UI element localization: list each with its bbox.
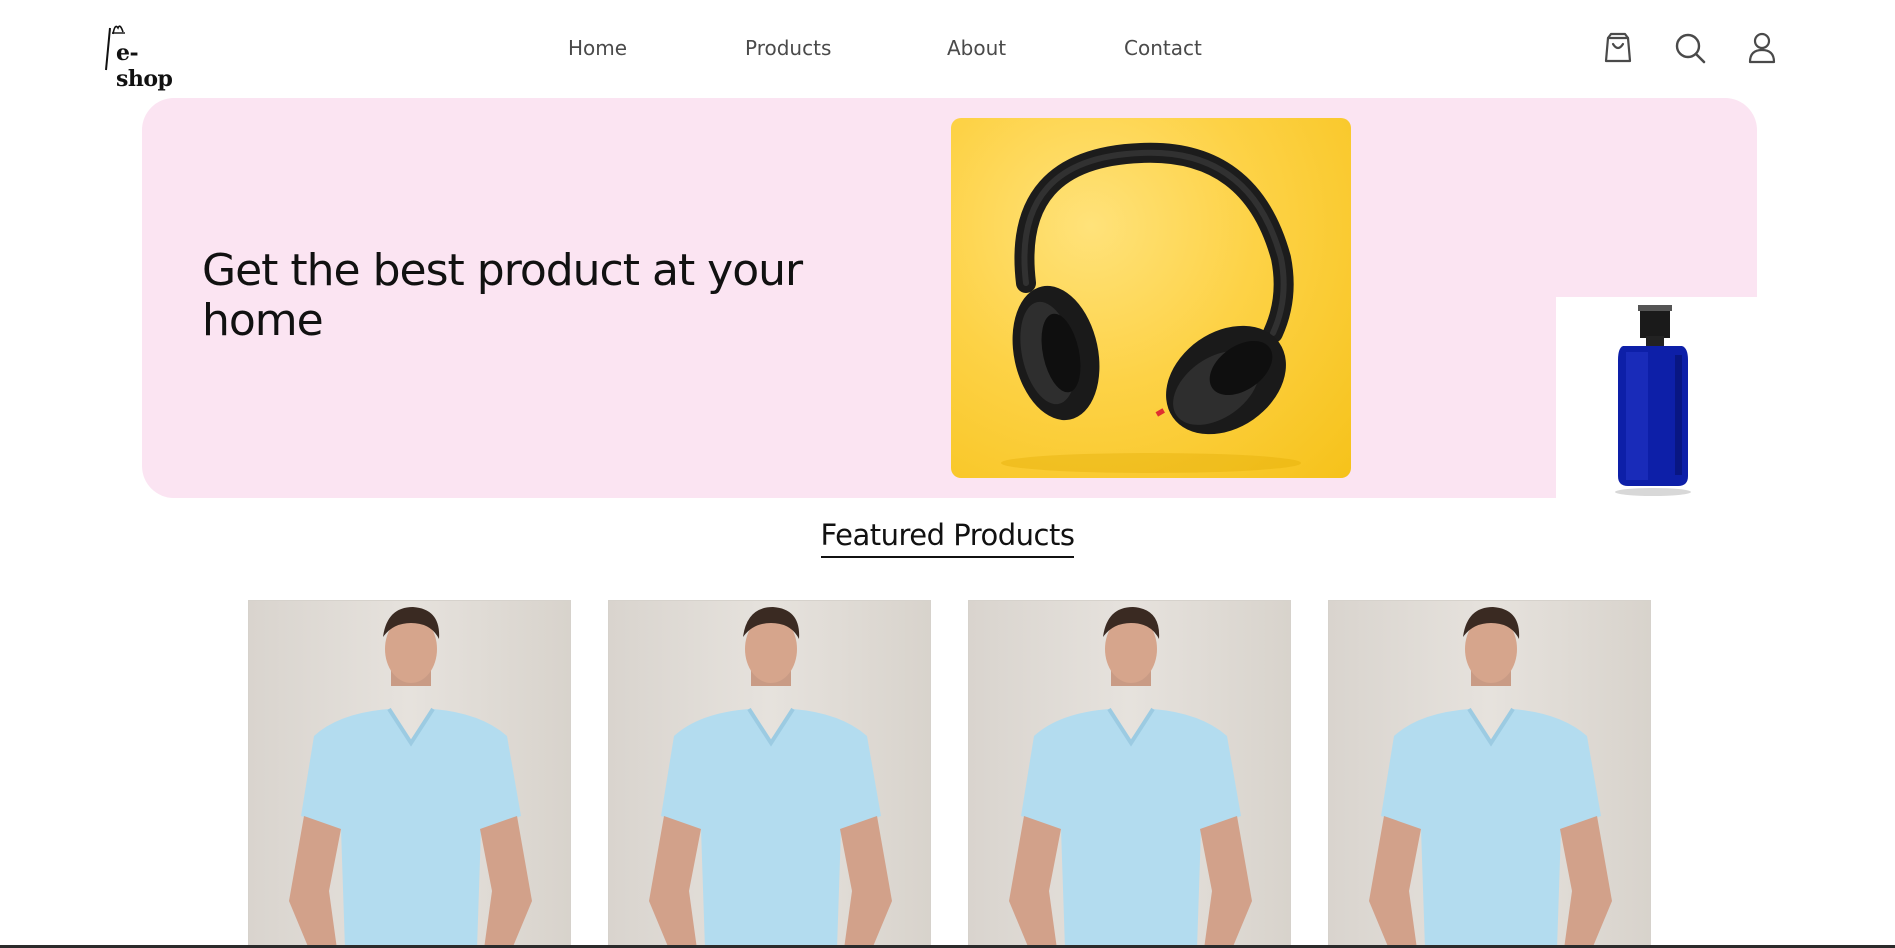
product-card[interactable] <box>608 600 931 948</box>
logo-text: e-shop <box>116 40 173 92</box>
hero-title: Get the best product at your home <box>202 245 803 346</box>
perfume-bottle-illustration <box>1615 305 1691 496</box>
cart-button[interactable] <box>1600 30 1636 66</box>
product-image-tshirt-model <box>649 607 892 947</box>
nav-contact-label: Contact <box>1124 36 1202 60</box>
nav-products-label: Products <box>745 36 832 60</box>
featured-products-grid <box>248 600 1651 948</box>
product-image-tshirt-model <box>1369 607 1612 947</box>
hero-perfume-image <box>1590 300 1710 500</box>
nav-home-label: Home <box>568 36 628 60</box>
nav-products-link[interactable]: Products <box>745 28 831 68</box>
nav-about-label: About <box>947 36 1007 60</box>
brand-logo[interactable]: e-shop <box>100 20 190 92</box>
header-actions <box>1600 30 1780 66</box>
shopping-bag-icon <box>1604 32 1632 63</box>
featured-section-header: Featured Products <box>0 518 1895 558</box>
search-button[interactable] <box>1672 30 1708 66</box>
hero-headphones-image <box>951 118 1351 478</box>
nav-contact-link[interactable]: Contact <box>1124 28 1202 68</box>
user-icon <box>1748 32 1776 64</box>
nav-about-link[interactable]: About <box>947 28 1006 68</box>
headphones-illustration <box>1001 142 1301 473</box>
product-image-tshirt-model <box>289 607 532 947</box>
search-icon <box>1675 33 1706 64</box>
featured-title: Featured Products <box>820 518 1075 558</box>
product-card[interactable] <box>1328 600 1651 948</box>
site-header: e-shop Home Products About Contact <box>0 0 1895 96</box>
product-card[interactable] <box>248 600 571 948</box>
product-card[interactable] <box>968 600 1291 948</box>
hero-banner: Get the best product at your home <box>142 98 1757 498</box>
product-image-tshirt-model <box>1009 607 1252 947</box>
nav-home-link[interactable]: Home <box>568 28 627 68</box>
account-button[interactable] <box>1744 30 1780 66</box>
